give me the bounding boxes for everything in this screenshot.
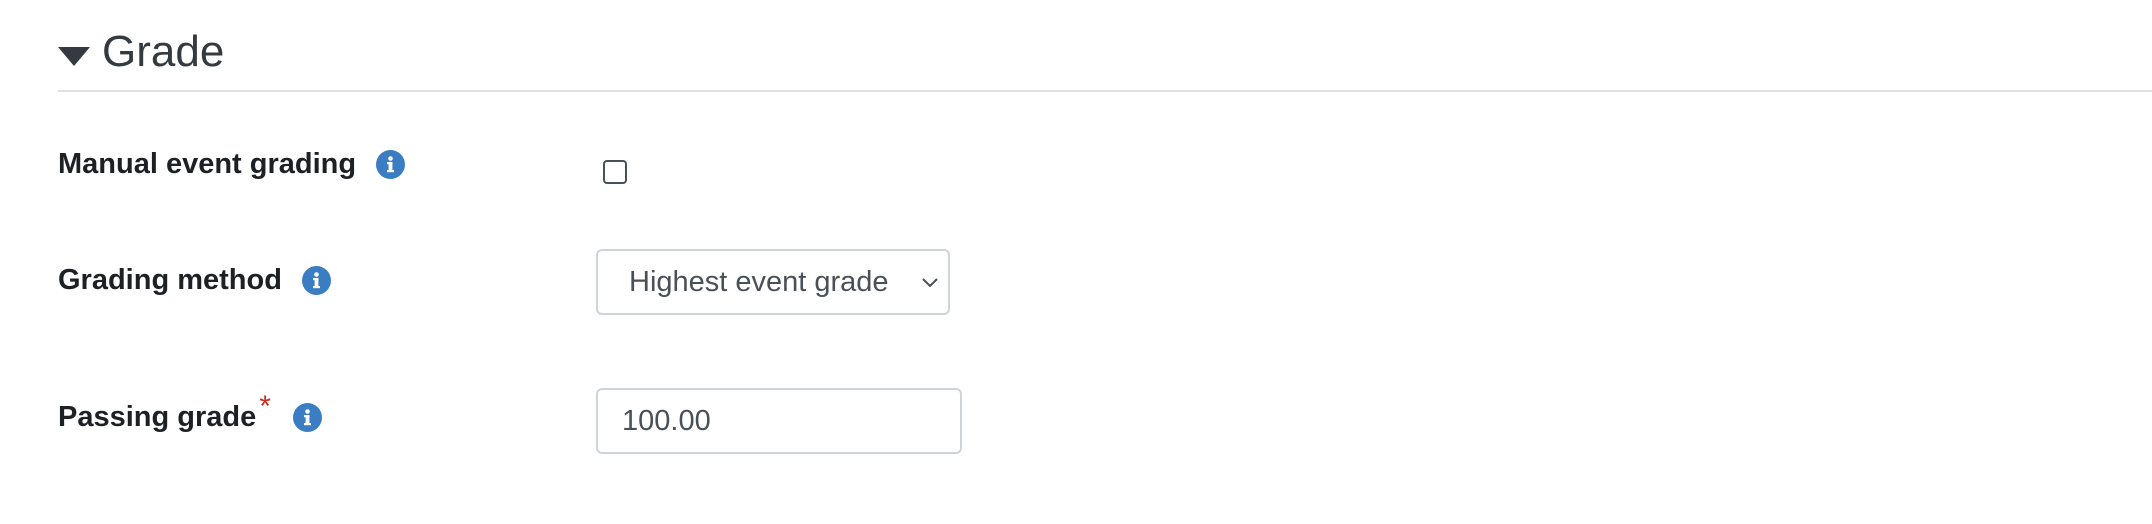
chevron-down-icon [920,272,940,297]
caret-down-icon[interactable] [58,46,90,66]
passing-grade-row: Passing grade * [58,390,322,434]
manual-event-grading-label: Manual event grading [58,148,357,180]
grade-section-toggle[interactable]: Grade [58,30,224,74]
info-icon[interactable] [301,266,331,295]
grade-settings-page: Grade Manual event grading Grading metho… [0,0,2152,524]
grading-method-row: Grading method [58,264,331,297]
info-icon[interactable] [376,150,406,179]
grading-method-select[interactable]: Highest event grade [596,249,950,315]
grading-method-selected-value: Highest event grade [629,265,889,298]
manual-event-grading-checkbox[interactable] [603,160,627,184]
section-divider [58,90,2152,92]
section-title: Grade [102,27,225,76]
passing-grade-label: Passing grade [58,400,257,433]
passing-grade-input[interactable] [596,388,962,454]
grading-method-label: Grading method [58,264,282,296]
manual-event-grading-row: Manual event grading [58,148,406,181]
required-marker: * [259,390,271,423]
info-icon[interactable] [292,402,322,432]
